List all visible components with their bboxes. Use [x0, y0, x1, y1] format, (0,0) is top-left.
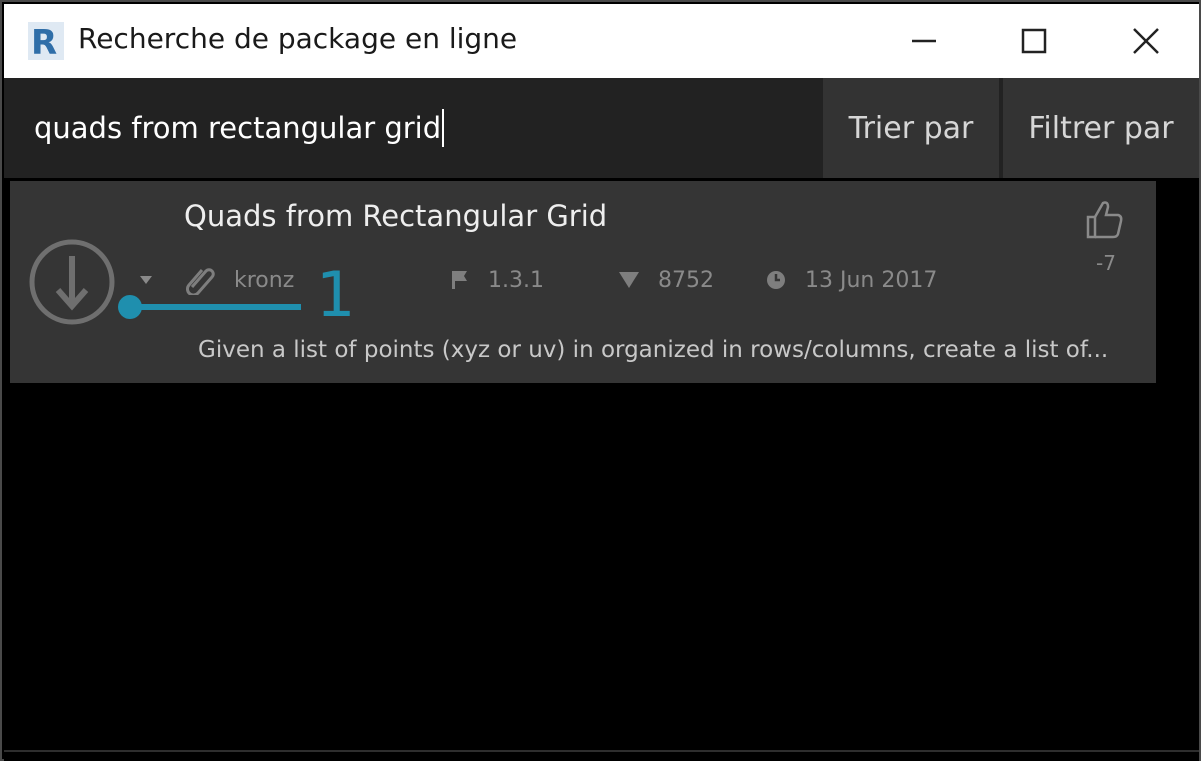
download-count: 8752	[658, 267, 714, 293]
title-bar: R Recherche de package en ligne	[4, 4, 1199, 78]
minimize-button[interactable]	[894, 12, 954, 70]
clock-icon	[767, 271, 785, 289]
package-search-window: R Recherche de package en ligne quads fr…	[0, 0, 1201, 761]
publish-date: 13 Jun 2017	[805, 267, 938, 293]
package-date: 13 Jun 2017	[765, 265, 937, 295]
window-title: Recherche de package en ligne	[78, 22, 518, 55]
minimize-icon	[912, 39, 936, 43]
package-downloads: 8752	[618, 265, 714, 295]
close-icon	[1133, 28, 1159, 54]
revit-r-icon: R	[28, 22, 64, 62]
filter-by-button[interactable]: Filtrer par	[1003, 78, 1199, 178]
vote-count: -7	[1096, 251, 1116, 275]
search-input[interactable]: quads from rectangular grid	[4, 78, 822, 178]
callout-number: 1	[316, 258, 356, 331]
package-version: 1.3.1	[450, 265, 544, 295]
maximize-button[interactable]	[1004, 12, 1064, 70]
sort-by-button[interactable]: Trier par	[823, 78, 999, 178]
search-bar: quads from rectangular grid Trier par Fi…	[4, 78, 1199, 178]
thumbs-up-icon[interactable]	[1084, 199, 1124, 241]
text-caret	[442, 109, 445, 147]
flag-icon	[452, 271, 467, 289]
maximize-icon	[1021, 28, 1047, 54]
close-button[interactable]	[1116, 12, 1176, 70]
package-title[interactable]: Quads from Rectangular Grid	[184, 199, 607, 233]
download-count-icon	[619, 272, 639, 288]
download-icon[interactable]	[28, 238, 116, 326]
package-description: Given a list of points (xyz or uv) in or…	[198, 337, 1109, 363]
search-input-value: quads from rectangular grid	[34, 111, 442, 145]
svg-text:R: R	[31, 23, 57, 62]
window-bottom-edge	[4, 750, 1199, 761]
version-number: 1.3.1	[488, 267, 544, 293]
